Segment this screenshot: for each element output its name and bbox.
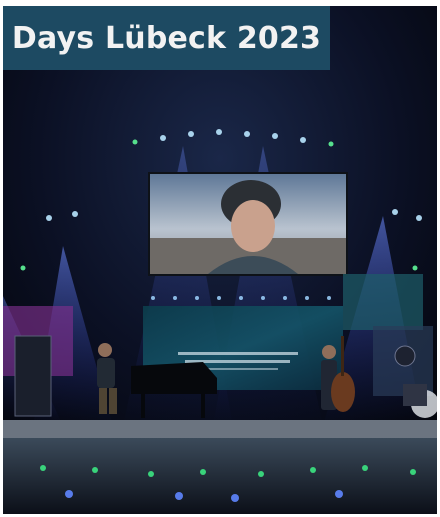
event-title: Days Lübeck 2023 <box>11 20 322 56</box>
event-photo <box>3 6 437 514</box>
event-card[interactable]: Days Lübeck 2023 <box>3 6 437 514</box>
event-title-badge: Days Lübeck 2023 <box>3 6 330 70</box>
